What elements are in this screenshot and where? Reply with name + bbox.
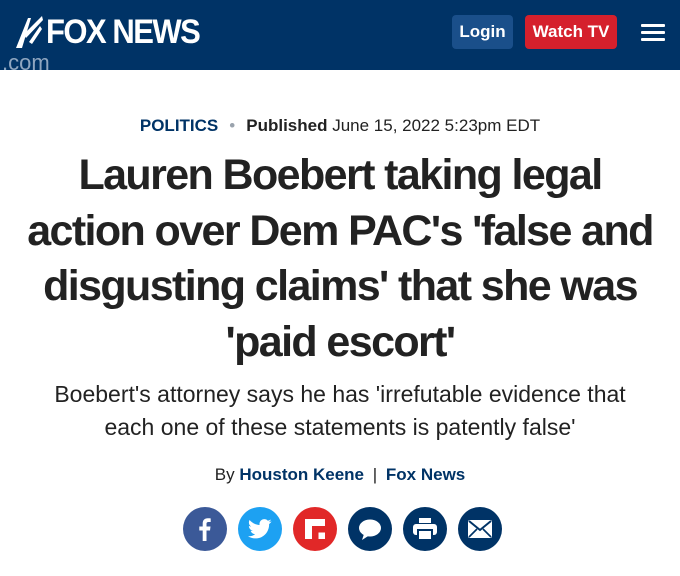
- flipboard-share-button[interactable]: [293, 507, 337, 551]
- print-button[interactable]: [403, 507, 447, 551]
- print-icon: [413, 518, 437, 540]
- hamburger-menu-icon[interactable]: [641, 24, 665, 42]
- watch-tv-button[interactable]: Watch TV: [525, 15, 617, 49]
- twitter-share-button[interactable]: [238, 507, 282, 551]
- twitter-icon: [248, 519, 272, 539]
- author-link[interactable]: Houston Keene: [239, 465, 364, 484]
- facebook-icon: [199, 518, 211, 541]
- outlet-link[interactable]: Fox News: [386, 465, 465, 484]
- byline: By Houston Keene | Fox News: [0, 463, 680, 487]
- comments-button[interactable]: [348, 507, 392, 551]
- article-subheadline: Boebert's attorney says he has 'irrefuta…: [20, 378, 660, 444]
- logo-suffix: .com: [2, 50, 50, 75]
- meta-dot: •: [229, 116, 236, 135]
- flipboard-icon: [305, 519, 325, 539]
- fox-news-logo[interactable]: FOX NEWS: [14, 11, 201, 52]
- logo-text: FOX NEWS: [46, 11, 201, 52]
- headline-line: 'paid escort': [225, 317, 456, 366]
- category-link[interactable]: POLITICS: [140, 116, 218, 135]
- subheadline-line: Boebert's attorney says he has 'irrefuta…: [54, 381, 626, 407]
- byline-separator: |: [372, 465, 378, 484]
- headline-line: action over Dem PAC's 'false and: [27, 206, 654, 255]
- site-header: FOX NEWS .com Login Watch TV: [0, 0, 680, 74]
- byline-prefix: By: [214, 465, 235, 484]
- facebook-share-button[interactable]: [183, 507, 227, 551]
- published-date: June 15, 2022 5:23pm EDT: [332, 116, 541, 135]
- comments-icon: [359, 519, 381, 540]
- fox-logo-mark-icon: [16, 16, 43, 48]
- email-share-button[interactable]: [458, 507, 502, 551]
- article-headline: Lauren Boebert taking legal action over …: [20, 148, 660, 370]
- subheadline-line: each one of these statements is patently…: [104, 414, 576, 440]
- login-button[interactable]: Login: [452, 15, 513, 49]
- headline-line: disgusting claims' that she was: [43, 262, 638, 310]
- published-label: Published: [246, 116, 328, 135]
- headline-line: Lauren Boebert taking legal: [78, 151, 603, 199]
- email-icon: [468, 520, 492, 538]
- article-meta: POLITICS • Published June 15, 2022 5:23pm …: [0, 114, 680, 138]
